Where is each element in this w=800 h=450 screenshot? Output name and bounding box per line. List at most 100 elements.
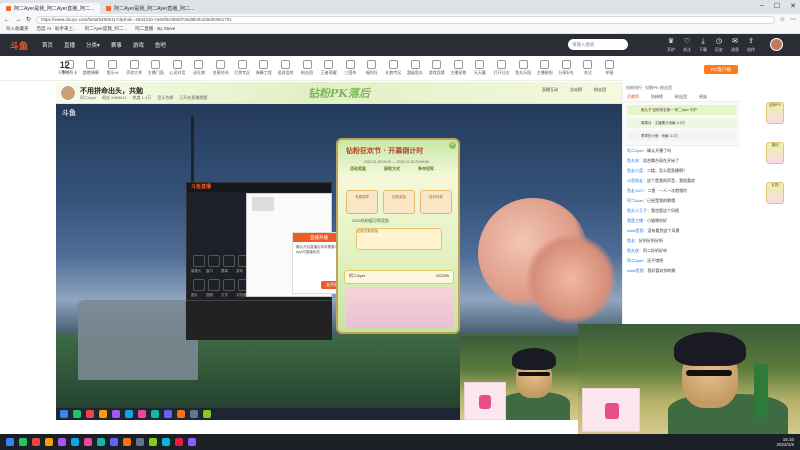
bookmark-item[interactable]: 百度 AI · 助手来上... (37, 26, 77, 32)
inner-taskbar-icon[interactable] (190, 410, 198, 418)
nav-forum[interactable]: 鱼吧 (155, 41, 166, 49)
search-input[interactable]: 请输入搜索 (568, 39, 628, 50)
tab-diamond[interactable]: 钻粉榜 (651, 94, 663, 101)
inner-taskbar-icon[interactable] (86, 410, 94, 418)
taskbar-app-icon[interactable] (175, 438, 183, 446)
browser-tab[interactable]: 阿二Ayer是我_阿二Ayer直播_阿二... (0, 3, 101, 14)
reward-card[interactable]: 钻粉奖励 (383, 190, 415, 214)
inner-taskbar-icon[interactable] (203, 410, 211, 418)
taskbar-app-icon[interactable] (71, 438, 79, 446)
taskbar-app-icon[interactable] (188, 438, 196, 446)
function-item[interactable]: 超级鱼丸 (406, 56, 425, 76)
chat-nickname[interactable]: what是我： (627, 268, 647, 273)
chat-nickname[interactable]: 鱼丸小王子： (627, 208, 651, 213)
chat-nickname[interactable]: 阿二Ayer： (627, 258, 647, 263)
refresh-icon[interactable]: ↻ (26, 16, 31, 23)
nav-esports[interactable]: 赛事 (111, 41, 122, 49)
app-tool-button[interactable] (193, 255, 205, 267)
function-item[interactable]: 举报 (600, 56, 619, 76)
top-messages[interactable]: ✉ 消息 (728, 37, 742, 53)
app-tool-button[interactable] (208, 279, 220, 291)
tab-fanclub[interactable]: 粉丝团 (675, 94, 687, 101)
function-item[interactable]: 礼物专区 (384, 56, 403, 76)
user-avatar[interactable] (770, 38, 783, 51)
function-item[interactable]: 分享好礼 (557, 56, 576, 76)
bookmark-item[interactable]: 导入收藏夹 (6, 26, 29, 32)
nav-home[interactable]: 首页 (42, 41, 53, 49)
inner-taskbar-icon[interactable] (151, 410, 159, 418)
calendar-widget[interactable]: 12 主播5/11 (58, 60, 72, 75)
function-item[interactable]: 福利社 (363, 56, 382, 76)
star-icon[interactable]: ☆ (780, 16, 785, 23)
rank-row[interactable]: 鱼丸子·钻粉排名第一 阿二Ayer 守护 (627, 105, 737, 115)
inner-taskbar-icon[interactable] (177, 410, 185, 418)
chat-nickname[interactable]: 鱼丸侠： (627, 158, 643, 163)
app-tool-button[interactable] (223, 279, 235, 291)
top-guard[interactable]: ♛ 开护 (664, 37, 678, 53)
app-tool-button[interactable] (208, 255, 220, 267)
tab-noble[interactable]: 贵族 (699, 94, 707, 101)
event-tab[interactable]: 获取方式 (384, 166, 400, 172)
room-fan-club[interactable]: 粉丝团 (594, 87, 606, 93)
menu-icon[interactable]: ⋯ (790, 16, 796, 23)
back-icon[interactable]: ← (4, 17, 10, 23)
inner-taskbar-icon[interactable] (125, 410, 133, 418)
function-item[interactable]: 送礼物 (190, 56, 209, 76)
room-remind[interactable]: 已开启直播提醒 (179, 95, 207, 101)
function-item[interactable]: 游戏竞猜 (427, 56, 446, 76)
chat-nickname[interactable]: 我是主播： (627, 218, 647, 223)
function-item[interactable]: 王者荣耀 (319, 56, 338, 76)
top-history[interactable]: ◷ 历史 (712, 37, 726, 53)
taskbar-app-icon[interactable] (149, 438, 157, 446)
bookmark-item[interactable]: 阿二Ayer是我_阿二... (85, 26, 127, 32)
reward-pack[interactable]: 钻粉互助奖励 (356, 228, 442, 250)
function-item[interactable]: 弹幕工程 (254, 56, 273, 76)
minimize-icon[interactable]: – (760, 2, 764, 10)
close-icon[interactable]: × (449, 142, 456, 149)
function-item[interactable]: 主播宠物 (449, 56, 468, 76)
maximize-icon[interactable]: ☐ (774, 2, 780, 10)
inner-taskbar-icon[interactable] (164, 410, 172, 418)
reward-card[interactable]: 专属勋章 (346, 190, 378, 214)
taskbar-app-icon[interactable] (6, 438, 14, 446)
chat-nickname[interactable]: 阿二Ayer： (627, 198, 647, 203)
taskbar-app-icon[interactable] (32, 438, 40, 446)
chat-nickname[interactable]: what是我： (627, 228, 647, 233)
taskbar-app-icon[interactable] (136, 438, 144, 446)
browser-tab[interactable]: 阿二Ayer是我_阿二Ayer直播_阿二... (100, 3, 200, 14)
function-item[interactable]: 鱼丸乐园 (514, 56, 533, 76)
room-category[interactable]: 音乐合辑 (157, 95, 173, 101)
douyu-logo[interactable]: 斗鱼 (10, 39, 28, 52)
taskbar-app-icon[interactable] (110, 438, 118, 446)
taskbar-clock[interactable]: 16:10 2022/1/5 (776, 437, 794, 447)
streamer-avatar[interactable] (60, 85, 76, 101)
chat-nickname[interactable]: 斗鱼网友： (627, 178, 647, 183)
function-item[interactable]: 打赏专区 (233, 56, 252, 76)
function-item[interactable]: 声浪大师 (125, 56, 144, 76)
app-tool-button[interactable] (223, 255, 235, 267)
float-pk[interactable]: 钻粉PK (766, 102, 784, 124)
float-gift[interactable]: 礼物 (766, 182, 784, 204)
top-download[interactable]: ⤓ 下载 (696, 37, 710, 53)
room-rank[interactable]: 全站榜 (570, 87, 582, 93)
rank-row[interactable]: 乖乖的小鱼 · 贡献 3.1万 (627, 131, 737, 141)
url-field[interactable]: https://www.douyu.com/beta/5469611?dyshi… (36, 15, 775, 24)
tab-contribution[interactable]: 贡献榜 (627, 94, 639, 101)
nav-games[interactable]: 游戏 (133, 41, 144, 49)
taskbar-app-icon[interactable] (97, 438, 105, 446)
inner-taskbar-icon[interactable] (60, 410, 68, 418)
float-welfare[interactable]: 福利 (766, 142, 784, 164)
bookmark-item[interactable]: 阿二直播 · By Steve (135, 26, 175, 32)
event-tab[interactable]: 争夺冠军 (418, 166, 434, 172)
taskbar-app-icon[interactable] (84, 438, 92, 446)
chat-nickname[interactable]: 鱼友1107： (627, 188, 648, 193)
function-item[interactable]: 天天赢 (471, 56, 490, 76)
inner-taskbar-icon[interactable] (99, 410, 107, 418)
function-item[interactable]: 心灵对话 (168, 56, 187, 76)
close-icon[interactable]: ✕ (790, 2, 796, 10)
top-create[interactable]: ⇪ 创作 (744, 37, 758, 53)
inner-taskbar-icon[interactable] (138, 410, 146, 418)
app-tool-button[interactable] (193, 279, 205, 291)
nav-category[interactable]: 分类▾ (86, 41, 100, 49)
taskbar-app-icon[interactable] (162, 438, 170, 446)
